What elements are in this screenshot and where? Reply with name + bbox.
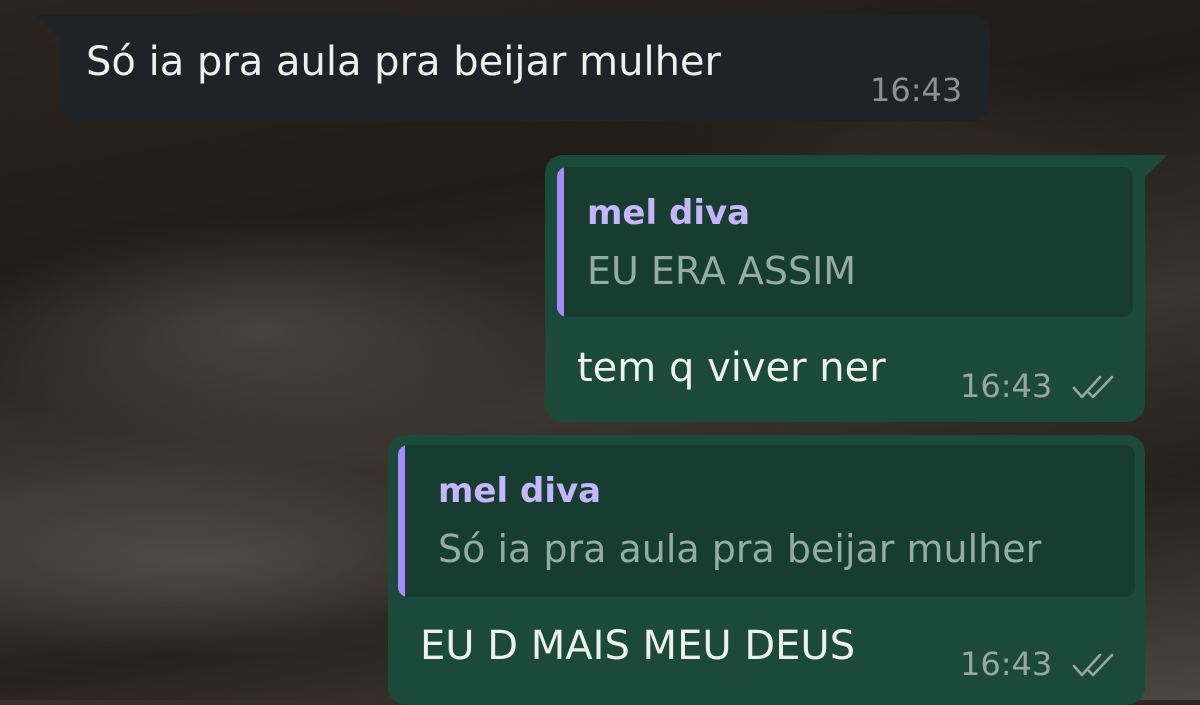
reply-quote[interactable]: mel diva Só ia pra aula pra beijar mulhe… — [398, 445, 1135, 597]
message-text: Só ia pra aula pra beijar mulher — [86, 39, 721, 85]
outgoing-message-bubble[interactable]: mel diva Só ia pra aula pra beijar mulhe… — [388, 435, 1145, 705]
double-check-icon — [1072, 651, 1118, 679]
quote-text: EU ERA ASSIM — [587, 249, 857, 293]
quote-text: Só ia pra aula pra beijar mulher — [438, 527, 1042, 571]
double-check-icon — [1072, 373, 1118, 401]
quote-accent-bar — [398, 445, 405, 597]
message-time: 16:43 — [960, 367, 1053, 405]
message-text: EU D MAIS MEU DEUS — [420, 623, 856, 669]
outgoing-message-bubble[interactable]: mel diva EU ERA ASSIM tem q viver ner 16… — [545, 155, 1167, 422]
quote-accent-bar — [557, 167, 564, 317]
quote-author: mel diva — [587, 193, 751, 233]
message-text: tem q viver ner — [577, 345, 886, 391]
message-time: 16:43 — [960, 645, 1053, 683]
incoming-message-bubble[interactable]: Só ia pra aula pra beijar mulher 16:43 — [36, 15, 990, 121]
bubble-tail — [36, 15, 58, 37]
message-time: 16:43 — [870, 71, 963, 109]
quote-author: mel diva — [438, 471, 602, 511]
reply-quote[interactable]: mel diva EU ERA ASSIM — [557, 167, 1133, 317]
bubble-tail — [1145, 155, 1167, 177]
